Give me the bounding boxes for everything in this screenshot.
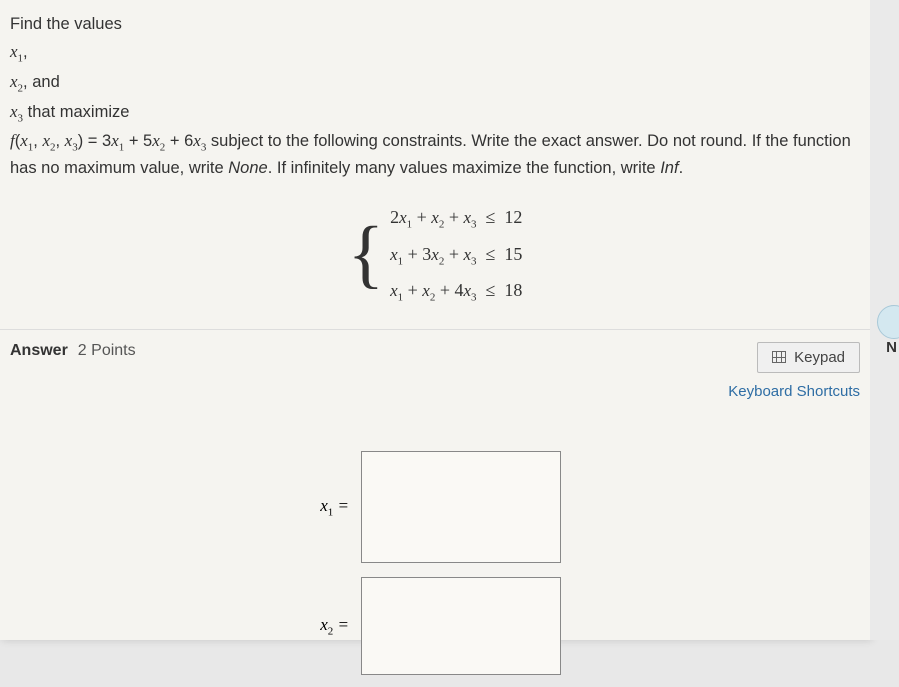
- brace-icon: {: [348, 216, 384, 292]
- keypad-icon: [772, 351, 786, 363]
- x2-label: x2 =: [309, 615, 349, 637]
- var2-line: x2, and: [10, 69, 860, 97]
- intro-line: Find the values: [10, 12, 860, 37]
- keyboard-shortcuts-link[interactable]: Keyboard Shortcuts: [728, 383, 860, 400]
- x1-label: x1 =: [309, 496, 349, 518]
- constraint-row-1: 2x1 + x2 + x3 ≤ 12: [390, 199, 522, 236]
- answer-section: Answer2 Points Keypad Keyboard Shortcuts…: [0, 329, 870, 687]
- x1-input-row: x1 =: [309, 451, 561, 563]
- answer-header-label: Answer2 Points: [10, 342, 136, 360]
- keypad-button[interactable]: Keypad: [757, 342, 860, 373]
- question-text: Find the values x1, x2, and x3 that maxi…: [0, 0, 870, 329]
- keypad-label: Keypad: [794, 349, 845, 366]
- side-n-label: N: [886, 339, 897, 356]
- var3-line: x3 that maximize: [10, 99, 860, 127]
- x2-input-row: x2 =: [309, 577, 561, 675]
- constraint-row-3: x1 + x2 + 4x3 ≤ 18: [390, 272, 522, 309]
- constraint-row-2: x1 + 3x2 + x3 ≤ 15: [390, 236, 522, 273]
- x2-input[interactable]: [361, 577, 561, 675]
- x1-input[interactable]: [361, 451, 561, 563]
- constraints-block: { 2x1 + x2 + x3 ≤ 12 x1 + 3x2 + x3 ≤ 15 …: [10, 199, 860, 309]
- var1-line: x1,: [10, 39, 860, 67]
- function-line: f(x1, x2, x3) = 3x1 + 5x2 + 6x3 subject …: [10, 128, 860, 181]
